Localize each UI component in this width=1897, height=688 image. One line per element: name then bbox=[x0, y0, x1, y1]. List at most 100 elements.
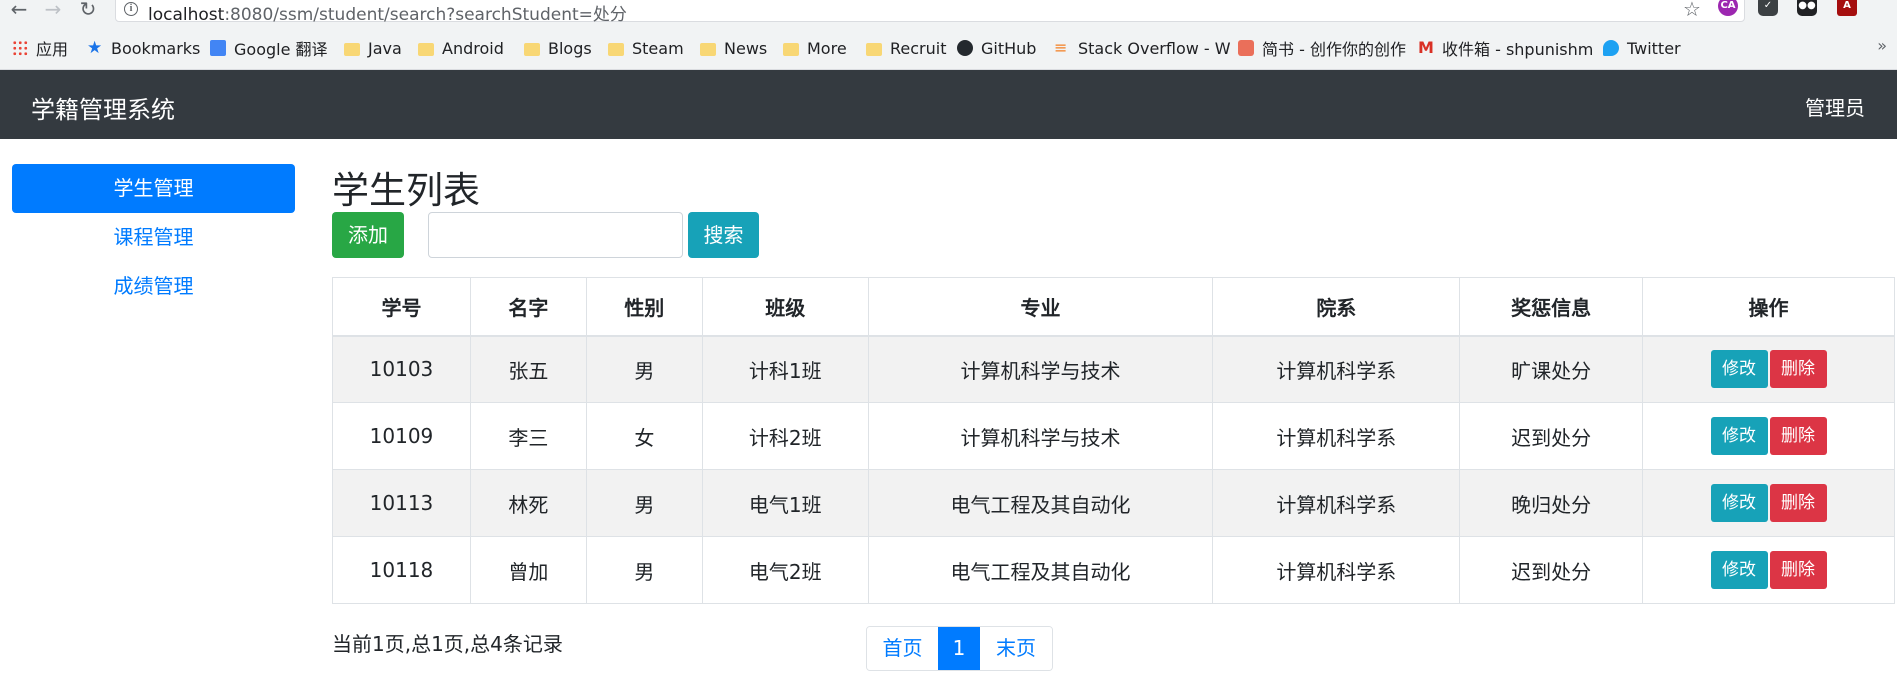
cell-name: 曾加 bbox=[469, 536, 587, 604]
bookmark-jianshu[interactable]: 简书 - 创作你的创作 bbox=[1238, 36, 1406, 60]
bookmark-blogs[interactable]: Blogs bbox=[524, 36, 592, 60]
current-page-link[interactable]: 1 bbox=[938, 627, 980, 670]
folder-icon bbox=[418, 42, 434, 56]
column-header-class: 班级 bbox=[701, 277, 869, 337]
google-translate-icon bbox=[210, 40, 226, 56]
bookmark-steam[interactable]: Steam bbox=[608, 36, 684, 60]
bookmark-more[interactable]: More bbox=[783, 36, 847, 60]
edit-button[interactable]: 修改 bbox=[1710, 551, 1768, 589]
cell-id: 10113 bbox=[332, 469, 471, 537]
bookmark-android[interactable]: Android bbox=[418, 36, 504, 60]
bookmark-google-translate[interactable]: Google 翻译 bbox=[210, 36, 328, 60]
pocket-icon[interactable]: ✓ bbox=[1758, 0, 1778, 16]
bookmark-bookmarks[interactable]: ★ Bookmarks bbox=[87, 36, 200, 60]
bookmark-java[interactable]: Java bbox=[344, 36, 402, 60]
bookmark-gmail[interactable]: M 收件箱 - shpunishm bbox=[1418, 36, 1593, 60]
cell-reward-punish: 晚归处分 bbox=[1459, 469, 1644, 537]
folder-icon bbox=[700, 42, 716, 56]
cell-class: 电气1班 bbox=[701, 469, 869, 537]
sidebar-item-course[interactable]: 课程管理 bbox=[12, 213, 295, 262]
table-row: 10103 张五 男 计科1班 计算机科学与技术 计算机科学系 旷课处分 修改删… bbox=[332, 335, 1895, 403]
cell-major: 计算机科学与技术 bbox=[867, 335, 1214, 403]
cell-name: 林死 bbox=[469, 469, 587, 537]
gmail-icon: M bbox=[1418, 38, 1434, 57]
column-header-reward-punish: 奖惩信息 bbox=[1459, 277, 1644, 337]
bookmark-recruit[interactable]: Recruit bbox=[866, 36, 946, 60]
delete-button[interactable]: 删除 bbox=[1769, 417, 1827, 455]
extension-a-icon[interactable]: A bbox=[1837, 0, 1857, 16]
cell-department: 计算机科学系 bbox=[1212, 469, 1461, 537]
stackoverflow-icon: ≡ bbox=[1054, 38, 1068, 57]
cell-id: 10109 bbox=[332, 402, 471, 470]
table-row: 10113 林死 男 电气1班 电气工程及其自动化 计算机科学系 晚归处分 修改… bbox=[332, 469, 1895, 537]
folder-icon bbox=[608, 42, 624, 56]
delete-button[interactable]: 删除 bbox=[1769, 484, 1827, 522]
search-button[interactable]: 搜索 bbox=[688, 212, 759, 258]
bookmark-news[interactable]: News bbox=[700, 36, 767, 60]
column-header-major: 专业 bbox=[867, 277, 1214, 337]
cell-class: 计科2班 bbox=[701, 402, 869, 470]
github-icon bbox=[957, 40, 973, 56]
edit-button[interactable]: 修改 bbox=[1710, 484, 1768, 522]
edit-button[interactable]: 修改 bbox=[1710, 417, 1768, 455]
tampermonkey-icon[interactable]: ●● bbox=[1797, 0, 1817, 16]
pagination: 首页 1 末页 bbox=[866, 626, 1053, 671]
add-button[interactable]: 添加 bbox=[332, 212, 404, 258]
cell-name: 张五 bbox=[469, 335, 587, 403]
app-navbar: 学籍管理系统 管理员 bbox=[0, 70, 1897, 139]
star-icon: ★ bbox=[87, 38, 103, 58]
forward-arrow-icon[interactable]: → bbox=[42, 0, 64, 20]
table-header-row: 学号 名字 性别 班级 专业 院系 奖惩信息 操作 bbox=[332, 277, 1895, 337]
more-bookmarks-icon[interactable]: » bbox=[1877, 36, 1887, 55]
column-header-id: 学号 bbox=[332, 277, 471, 337]
folder-icon bbox=[783, 42, 799, 56]
cell-class: 计科1班 bbox=[701, 335, 869, 403]
last-page-link[interactable]: 末页 bbox=[980, 627, 1052, 670]
bookmark-apps[interactable]: 应用 bbox=[12, 36, 68, 60]
cell-department: 计算机科学系 bbox=[1212, 536, 1461, 604]
sidebar-item-grade[interactable]: 成绩管理 bbox=[12, 262, 295, 311]
delete-button[interactable]: 删除 bbox=[1769, 551, 1827, 589]
student-table: 学号 名字 性别 班级 专业 院系 奖惩信息 操作 10103 张五 男 计科1… bbox=[332, 277, 1895, 604]
url-text[interactable]: localhost:8080/ssm/student/search?search… bbox=[148, 0, 627, 25]
url-bar[interactable]: i localhost:8080/ssm/student/search?sear… bbox=[115, 0, 1745, 25]
folder-icon bbox=[866, 42, 882, 56]
folder-icon bbox=[524, 42, 540, 56]
cell-major: 计算机科学与技术 bbox=[867, 402, 1214, 470]
user-menu[interactable]: 管理员 bbox=[1805, 92, 1865, 121]
cell-gender: 女 bbox=[585, 402, 703, 470]
sidebar-item-student[interactable]: 学生管理 bbox=[12, 164, 295, 213]
site-info-icon[interactable]: i bbox=[124, 2, 138, 16]
delete-button[interactable]: 删除 bbox=[1769, 350, 1827, 389]
cell-department: 计算机科学系 bbox=[1212, 335, 1461, 403]
edit-button[interactable]: 修改 bbox=[1710, 350, 1768, 389]
cell-reward-punish: 旷课处分 bbox=[1459, 335, 1644, 403]
column-header-actions: 操作 bbox=[1642, 277, 1895, 337]
jianshu-icon bbox=[1238, 40, 1254, 56]
browser-chrome: ← → ↻ i localhost:8080/ssm/student/searc… bbox=[0, 0, 1897, 70]
reload-icon[interactable]: ↻ bbox=[77, 0, 99, 20]
search-input[interactable] bbox=[428, 212, 683, 258]
app-brand[interactable]: 学籍管理系统 bbox=[31, 90, 175, 125]
cell-actions: 修改 删除 bbox=[1642, 536, 1895, 604]
back-arrow-icon[interactable]: ← bbox=[8, 0, 30, 20]
bookmark-star-icon[interactable]: ☆ bbox=[1683, 0, 1701, 21]
bookmark-github[interactable]: GitHub bbox=[957, 36, 1036, 60]
bookmark-twitter[interactable]: Twitter bbox=[1603, 36, 1681, 60]
first-page-link[interactable]: 首页 bbox=[867, 627, 938, 670]
cell-name: 李三 bbox=[469, 402, 587, 470]
bookmark-stackoverflow[interactable]: ≡ Stack Overflow - W bbox=[1054, 36, 1231, 60]
twitter-icon bbox=[1603, 40, 1619, 56]
column-header-name: 名字 bbox=[469, 277, 587, 337]
cell-department: 计算机科学系 bbox=[1212, 402, 1461, 470]
cell-major: 电气工程及其自动化 bbox=[867, 469, 1214, 537]
cell-class: 电气2班 bbox=[701, 536, 869, 604]
cell-id: 10103 bbox=[332, 335, 471, 403]
table-row: 10118 曾加 男 电气2班 电气工程及其自动化 计算机科学系 迟到处分 修改… bbox=[332, 536, 1895, 604]
cell-actions: 修改 删除 bbox=[1642, 402, 1895, 470]
apps-grid-icon bbox=[12, 40, 28, 56]
cell-actions: 修改 删除 bbox=[1642, 335, 1895, 403]
cell-id: 10118 bbox=[332, 536, 471, 604]
pagination-info: 当前1页,总1页,总4条记录 bbox=[332, 632, 563, 656]
cell-gender: 男 bbox=[585, 469, 703, 537]
